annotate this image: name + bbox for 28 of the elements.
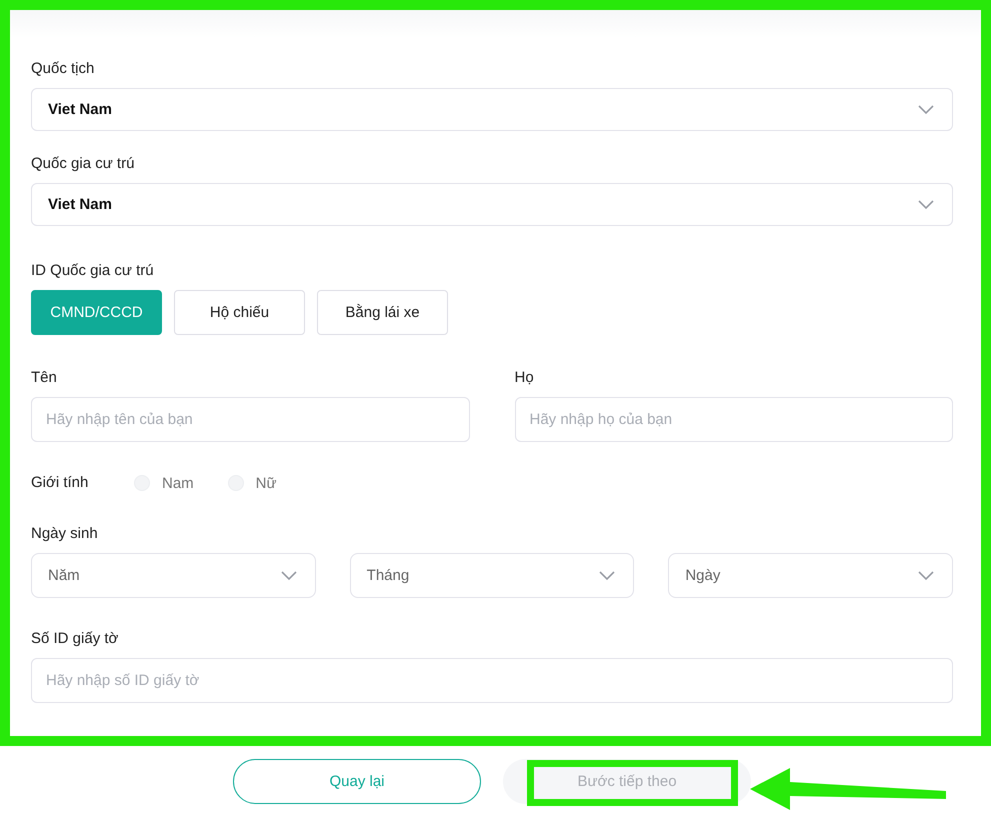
- field-label: Tên: [31, 369, 58, 387]
- chevron-down-icon: [599, 570, 616, 580]
- id-type-button[interactable]: Bằng lái xe: [317, 290, 448, 335]
- field-label: Giới tính: [31, 474, 90, 492]
- date-select[interactable]: Tháng: [350, 553, 634, 598]
- field-label: Ngày sinh: [31, 525, 99, 543]
- date-select[interactable]: Năm: [31, 553, 316, 598]
- chevron-down-icon: [918, 200, 934, 210]
- field-label: Quốc tịch: [31, 60, 96, 78]
- name-input[interactable]: Hãy nhập tên của bạn: [31, 397, 470, 442]
- chevron-down-icon: [918, 104, 934, 114]
- radio-label: Nữ: [256, 474, 277, 492]
- id-type-button[interactable]: CMND/CCCD: [31, 290, 162, 335]
- field-label: Số ID giấy tờ: [31, 630, 120, 648]
- date-select[interactable]: Ngày: [668, 553, 954, 598]
- arrow-icon: [750, 768, 948, 810]
- field-label: ID Quốc gia cư trú: [31, 262, 155, 280]
- chevron-down-icon: [918, 570, 934, 580]
- name-input[interactable]: Hãy nhập họ của bạn: [514, 397, 953, 442]
- radio-label: Nam: [162, 474, 194, 492]
- back-button[interactable]: Quay lại: [233, 759, 481, 804]
- country-select[interactable]: Viet Nam: [31, 183, 953, 226]
- chevron-down-icon: [280, 570, 297, 580]
- nationality-select[interactable]: Viet Nam: [31, 88, 953, 131]
- id-type-button[interactable]: Hộ chiếu: [174, 290, 305, 335]
- field-label: Họ: [514, 369, 535, 387]
- field-label: Quốc gia cư trú: [31, 155, 136, 173]
- id-number-input[interactable]: Hãy nhập số ID giấy tờ: [31, 658, 953, 703]
